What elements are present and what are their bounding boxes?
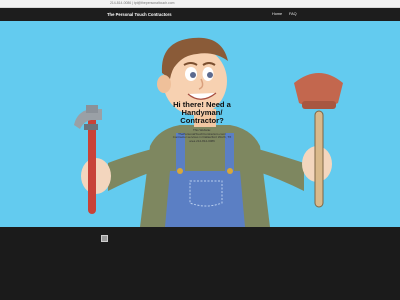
image-icon[interactable] <box>101 235 108 242</box>
contact-info: 214-814-0086 | tpt@thepersonaltouch.com <box>110 0 175 5</box>
footer <box>0 227 400 300</box>
nav-faq-link[interactable]: FAQ <box>289 12 297 16</box>
site-brand[interactable]: The Personal Touch Contractors <box>107 12 172 17</box>
top-contact-bar: 214-814-0086 | tpt@thepersonaltouch.com <box>0 0 400 8</box>
hero-headline: Hi there! Need a Handyman/ Contractor? <box>173 100 231 126</box>
navbar: The Personal Touch Contractors Home FAQ <box>0 8 400 21</box>
nav-home-link[interactable]: Home <box>272 12 282 16</box>
hero-section: Hi there! Need a Handyman/ Contractor? T… <box>0 21 400 227</box>
hero-subtext: This Website: ThePersonalTouchContractor… <box>172 128 232 143</box>
